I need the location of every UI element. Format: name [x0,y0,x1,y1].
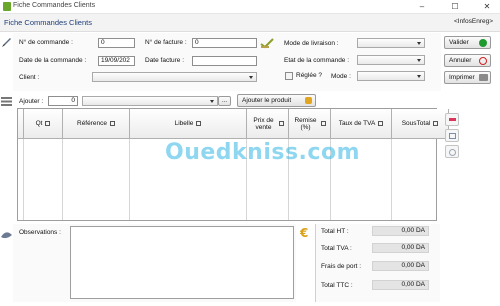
shipping-cost-value: 0,00 DA [372,261,429,271]
refresh-line-button[interactable] [445,145,459,158]
sort-icon [45,121,51,126]
column-header-vat[interactable]: Taux de TVA [331,109,392,139]
delete-line-button[interactable] [445,113,459,126]
total-vat-label: Total TVA : [321,245,352,252]
minimize-button[interactable]: – [416,1,428,12]
total-vat-value: 0,00 DA [372,243,429,253]
client-label: Client : [19,74,40,81]
total-ttc-value: 0,00 DA [372,280,429,290]
browse-products-button[interactable]: ... [218,96,231,106]
invoice-date-label: Date facture : [145,57,185,64]
cancel-button[interactable]: Annuler [444,54,491,67]
close-button[interactable]: ✕ [481,1,493,12]
edit-pen-icon[interactable] [1,37,12,48]
maximize-button[interactable]: ☐ [449,1,461,12]
refresh-icon [449,149,456,156]
invoice-number-field[interactable]: 0 [192,38,257,48]
validate-button[interactable]: Valider [444,36,491,49]
order-state-label: Etat de la commande : [284,57,350,64]
print-label: Imprimer [449,74,475,81]
add-quantity-field[interactable]: 0 [48,96,78,106]
invoice-date-field[interactable] [192,56,257,66]
hand-icon [305,97,312,104]
comment-icon[interactable] [1,231,12,240]
total-ht-label: Total HT : [321,228,349,235]
order-number-field[interactable]: 0 [98,38,135,48]
window-titlebar: Fiche Commandes Clients – ☐ ✕ [0,0,500,14]
edit-line-button[interactable] [445,129,459,142]
window-title: Fiche Commandes Clients [13,2,96,9]
order-date-field[interactable]: 19/09/202 [98,56,135,66]
chevron-down-icon [417,42,421,45]
paid-label: Réglée ? [296,72,323,79]
delivery-mode-select[interactable] [357,38,425,48]
column-header-libelle[interactable]: Libelle [130,109,247,139]
column-reference [63,139,130,220]
paid-checkbox[interactable] [285,72,293,80]
order-state-select[interactable] [357,55,425,65]
product-select[interactable] [82,96,218,106]
cancel-label: Annuler [449,57,472,64]
form-title: Fiche Commandes Clients [4,18,92,27]
list-icon[interactable] [1,97,12,106]
sort-icon [278,121,284,126]
edit-icon [449,133,456,139]
sort-icon [196,121,202,126]
payment-mode-select[interactable] [357,71,425,81]
form-header: Fiche Commandes Clients <InfosEnreg> [0,14,500,32]
sort-icon [320,121,326,126]
cancel-icon [479,57,487,65]
total-ttc-label: Total TTC : [321,282,353,289]
sort-icon [378,121,384,126]
app-icon [3,2,11,11]
shipping-cost-label: Frais de port : [321,263,362,270]
client-select[interactable] [92,72,257,82]
invoice-number-label: N° de facture : [145,39,187,46]
add-product-label: Ajouter le produit [242,97,292,104]
order-date-label: Date de la commande : [19,57,87,64]
payment-mode-label: Mode : [331,73,351,80]
sort-icon [110,121,115,126]
add-label: Ajouter : [19,98,44,105]
observations-textarea[interactable] [70,226,294,299]
generate-invoice-icon[interactable] [260,37,274,49]
watermark: Ouedkniss.com [165,140,360,165]
chevron-down-icon [417,59,421,62]
euro-icon: € [300,226,309,240]
check-circle-icon [479,39,487,47]
column-header-subtotal[interactable]: SousTotal [392,109,449,139]
total-ht-value: 0,00 DA [372,226,429,236]
column-header-price[interactable]: Prix de vente [247,109,289,139]
chevron-down-icon [417,75,421,78]
printer-icon [479,74,488,81]
delivery-mode-label: Mode de livraison : [284,40,339,47]
column-header-qty[interactable]: Qt [24,109,63,139]
sort-icon [433,121,439,126]
record-info: <InfosEnreg> [453,18,493,25]
observations-label: Observations : [19,229,61,236]
validate-label: Valider [449,39,469,46]
delete-icon [449,118,456,121]
column-qty [24,139,63,220]
print-button[interactable]: Imprimer [444,71,491,84]
chevron-down-icon [210,100,214,103]
order-number-label: N° de commande : [19,39,73,46]
column-header-reference[interactable]: Référence [63,109,130,139]
column-header-discount[interactable]: Remise (%) [289,109,331,139]
add-product-button[interactable]: Ajouter le produit [237,94,316,107]
chevron-down-icon [249,76,253,79]
